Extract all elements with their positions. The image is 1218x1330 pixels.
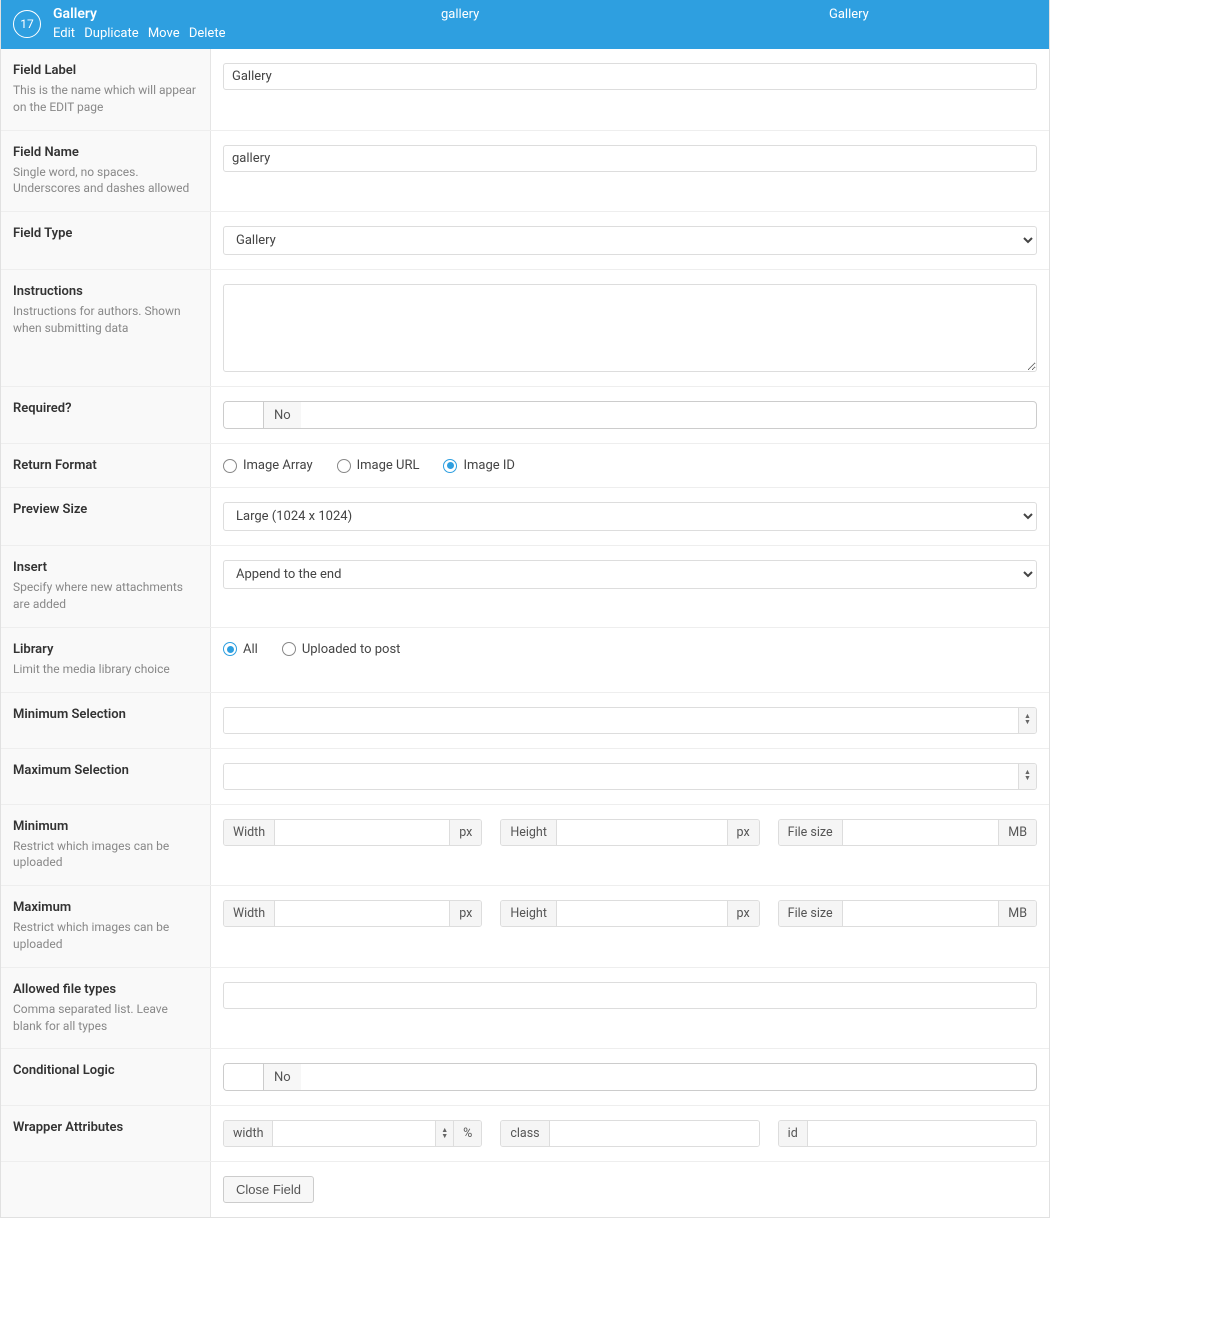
conditional-logic-label: Conditional Logic [13, 1063, 198, 1078]
insert-desc: Specify where new attachments are added [13, 579, 198, 613]
field-label-label: Field Label [13, 63, 198, 78]
preview-size-select[interactable]: Large (1024 x 1024) [223, 502, 1037, 531]
max-width-input[interactable] [275, 901, 449, 926]
insert-select[interactable]: Append to the end [223, 560, 1037, 589]
max-selection-label: Maximum Selection [13, 763, 198, 778]
edit-link[interactable]: Edit [53, 26, 75, 41]
field-order-badge: 17 [13, 10, 41, 38]
return-format-id[interactable]: Image ID [443, 458, 515, 473]
instructions-input[interactable] [223, 284, 1037, 372]
stepper-icon[interactable]: ▲▼ [1018, 708, 1036, 733]
radio-icon [223, 459, 237, 473]
field-label-input[interactable] [223, 63, 1037, 90]
wrapper-width-group: width ▲▼ % [223, 1120, 482, 1147]
min-selection-label: Minimum Selection [13, 707, 198, 722]
radio-icon [337, 459, 351, 473]
library-label: Library [13, 642, 198, 657]
library-desc: Limit the media library choice [13, 661, 198, 678]
min-height-input[interactable] [557, 820, 727, 845]
wrapper-id-input[interactable] [808, 1121, 1036, 1146]
max-height-input[interactable] [557, 901, 727, 926]
field-name-label: Field Name [13, 145, 198, 160]
move-link[interactable]: Move [148, 26, 180, 41]
preview-size-label: Preview Size [13, 502, 198, 517]
allowed-types-label: Allowed file types [13, 982, 198, 997]
instructions-desc: Instructions for authors. Shown when sub… [13, 303, 198, 337]
field-type-label: Field Type [13, 226, 198, 241]
library-uploaded[interactable]: Uploaded to post [282, 642, 401, 657]
radio-icon [223, 642, 237, 656]
duplicate-link[interactable]: Duplicate [84, 26, 138, 41]
min-width-input[interactable] [275, 820, 449, 845]
stepper-icon[interactable]: ▲▼ [435, 1121, 453, 1146]
close-field-button[interactable]: Close Field [223, 1176, 314, 1203]
wrapper-label: Wrapper Attributes [13, 1120, 198, 1135]
min-selection-input[interactable] [224, 708, 1018, 733]
stepper-icon[interactable]: ▲▼ [1018, 764, 1036, 789]
radio-icon [443, 459, 457, 473]
header-field-label: Gallery [53, 6, 441, 22]
max-height-group: Height px [500, 900, 759, 927]
required-label: Required? [13, 401, 198, 416]
allowed-types-input[interactable] [223, 982, 1037, 1009]
required-toggle[interactable]: No [223, 401, 1037, 429]
min-width-group: Width px [223, 819, 482, 846]
return-format-label: Return Format [13, 458, 198, 473]
required-state: No [264, 402, 301, 428]
field-type-select[interactable]: Gallery [223, 226, 1037, 255]
instructions-label: Instructions [13, 284, 198, 299]
field-label-desc: This is the name which will appear on th… [13, 82, 198, 116]
wrapper-width-input[interactable] [273, 1121, 435, 1146]
minimum-desc: Restrict which images can be uploaded [13, 838, 198, 872]
return-format-url[interactable]: Image URL [337, 458, 420, 473]
insert-label: Insert [13, 560, 198, 575]
allowed-types-desc: Comma separated list. Leave blank for al… [13, 1001, 198, 1035]
radio-icon [282, 642, 296, 656]
wrapper-id-group: id [778, 1120, 1037, 1147]
min-filesize-group: File size MB [778, 819, 1037, 846]
wrapper-class-input[interactable] [550, 1121, 759, 1146]
max-filesize-group: File size MB [778, 900, 1037, 927]
field-name-desc: Single word, no spaces. Underscores and … [13, 164, 198, 198]
conditional-logic-toggle[interactable]: No [223, 1063, 1037, 1091]
min-height-group: Height px [500, 819, 759, 846]
maximum-label: Maximum [13, 900, 198, 915]
conditional-logic-state: No [264, 1064, 301, 1090]
max-width-group: Width px [223, 900, 482, 927]
minimum-label: Minimum [13, 819, 198, 834]
library-all[interactable]: All [223, 642, 258, 657]
header-field-type: Gallery [829, 6, 1039, 22]
delete-link[interactable]: Delete [189, 26, 226, 41]
max-selection-input[interactable] [224, 764, 1018, 789]
header-field-name: gallery [441, 6, 829, 22]
field-header[interactable]: 17 Gallery Edit Duplicate Move Delete ga… [1, 0, 1049, 49]
field-name-input[interactable] [223, 145, 1037, 172]
maximum-desc: Restrict which images can be uploaded [13, 919, 198, 953]
max-filesize-input[interactable] [843, 901, 999, 926]
header-actions: Edit Duplicate Move Delete [53, 26, 441, 41]
return-format-array[interactable]: Image Array [223, 458, 313, 473]
wrapper-class-group: class [500, 1120, 759, 1147]
min-filesize-input[interactable] [843, 820, 999, 845]
